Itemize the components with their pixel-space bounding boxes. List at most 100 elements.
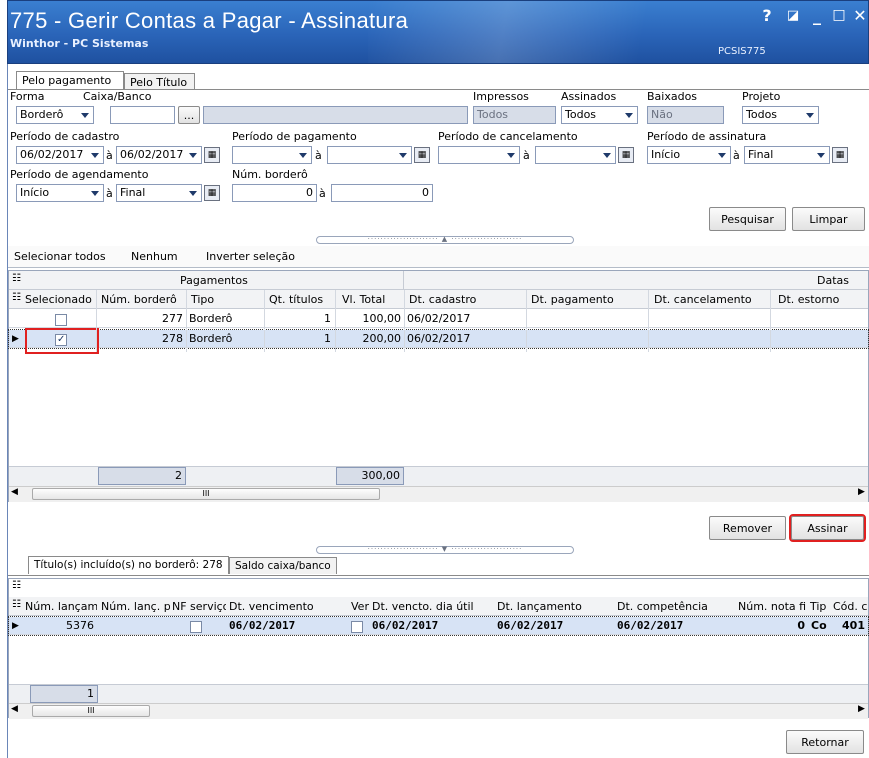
restore-icon[interactable]: ◪ xyxy=(784,8,802,23)
col-selecionado[interactable]: Selecionado xyxy=(22,291,95,309)
pagamento-to-input[interactable] xyxy=(327,146,412,164)
tab-saldo-caixa[interactable]: Saldo caixa/banco xyxy=(229,557,337,574)
maximize-icon[interactable]: □ xyxy=(830,7,848,23)
ver-checkbox[interactable] xyxy=(351,620,363,636)
column-chooser-icon[interactable]: ☷ xyxy=(12,273,21,284)
remove-button[interactable]: Remover xyxy=(709,516,786,540)
col-dt-estorno[interactable]: Dt. estorno xyxy=(775,291,842,309)
select-none-button[interactable]: Nenhum xyxy=(131,250,178,263)
caixa-code-input[interactable] xyxy=(110,106,175,124)
help-icon[interactable]: ? xyxy=(758,6,776,25)
calendar-icon[interactable]: ▦ xyxy=(204,185,220,201)
col-num-lanc-p[interactable]: Núm. lanç. p xyxy=(98,598,170,616)
assinatura-to-input[interactable]: Final xyxy=(744,146,830,164)
num-bordero-label: Núm. borderô xyxy=(232,168,308,181)
col-dt-cancelamento[interactable]: Dt. cancelamento xyxy=(651,291,755,309)
nf-servico-checkbox[interactable] xyxy=(190,620,202,636)
impressos-select[interactable]: Todos xyxy=(473,106,556,124)
scroll-left-icon[interactable]: ◀ xyxy=(11,704,18,714)
col-tip[interactable]: Tip xyxy=(807,598,831,616)
cadastro-to-input[interactable]: 06/02/2017 xyxy=(116,146,202,164)
column-chooser-icon[interactable]: ☷ xyxy=(12,580,21,591)
col-num-bordero[interactable]: Núm. borderô xyxy=(98,291,180,309)
cancelamento-from-input[interactable] xyxy=(438,146,520,164)
row-tip: Co xyxy=(811,619,827,632)
bordero-from-input[interactable]: 0 xyxy=(232,184,317,202)
scroll-right-icon[interactable]: ▶ xyxy=(858,704,865,714)
row-select-checkbox[interactable] xyxy=(55,333,67,348)
invert-selection-button[interactable]: Inverter seleção xyxy=(206,250,295,263)
col-dt-pagamento[interactable]: Dt. pagamento xyxy=(528,291,617,309)
scroll-right-icon[interactable]: ▶ xyxy=(858,487,865,497)
scroll-left-icon[interactable]: ◀ xyxy=(11,487,18,497)
tab-titulos-incluidos[interactable]: Título(s) incluído(s) no borderô: 278 xyxy=(28,556,229,574)
col-dt-competencia[interactable]: Dt. competência xyxy=(614,598,734,616)
calendar-icon[interactable]: ▦ xyxy=(414,147,430,163)
col-num-nota[interactable]: Núm. nota fi xyxy=(735,598,808,616)
row-dt-cadastro: 06/02/2017 xyxy=(407,332,471,345)
bordero-to-input[interactable]: 0 xyxy=(331,184,433,202)
chevron-down-icon xyxy=(186,148,200,162)
row-dt-vencto-util: 06/02/2017 xyxy=(372,619,439,632)
forma-select[interactable]: Borderô xyxy=(16,106,94,124)
chevron-down-icon xyxy=(715,148,729,162)
agendamento-to-input[interactable]: Final xyxy=(116,184,202,202)
cadastro-from-input[interactable]: 06/02/2017 xyxy=(16,146,104,164)
assinatura-from-input[interactable]: Início xyxy=(647,146,731,164)
row-num-lancamento: 5376 xyxy=(66,619,94,632)
close-icon[interactable]: ✕ xyxy=(851,6,869,25)
range-separator: à xyxy=(319,187,326,200)
projeto-select[interactable]: Todos xyxy=(742,106,819,124)
periodo-cadastro-label: Período de cadastro xyxy=(10,130,120,143)
minimize-icon[interactable]: _ xyxy=(808,6,826,25)
grid-band-header xyxy=(9,271,868,290)
select-all-button[interactable]: Selecionar todos xyxy=(14,250,106,263)
window-code: PCSIS775 xyxy=(718,46,766,57)
row-pointer-icon: ▶ xyxy=(12,334,19,344)
titles-footer-count: 1 xyxy=(30,685,98,703)
range-separator: à xyxy=(106,149,113,162)
col-dt-vencimento[interactable]: Dt. vencimento xyxy=(226,598,346,616)
cancelamento-to-input[interactable] xyxy=(535,146,616,164)
col-cod[interactable]: Cód. co xyxy=(830,598,868,616)
assinados-select[interactable]: Todos xyxy=(561,106,638,124)
sign-button[interactable]: Assinar xyxy=(789,514,866,542)
col-dt-vencto-util[interactable]: Dt. vencto. dia útil xyxy=(369,598,493,616)
row-dt-lancamento: 06/02/2017 xyxy=(497,619,564,632)
col-nf-servico[interactable]: NF serviço xyxy=(169,598,226,616)
scroll-thumb[interactable]: III xyxy=(32,705,150,717)
col-dt-lancamento[interactable]: Dt. lançamento xyxy=(494,598,614,616)
chevron-down-icon xyxy=(78,108,92,122)
return-button[interactable]: Retornar xyxy=(786,730,864,754)
calendar-icon[interactable]: ▦ xyxy=(832,147,848,163)
col-num-lancamento[interactable]: Núm. lançam xyxy=(22,598,97,616)
range-separator: à xyxy=(733,149,740,162)
scroll-thumb[interactable]: III xyxy=(32,488,380,500)
tab-pelo-pagamento[interactable]: Pelo pagamento xyxy=(16,71,124,89)
pagamento-from-input[interactable] xyxy=(232,146,312,164)
col-vl-total[interactable]: Vl. Total xyxy=(339,291,388,309)
col-ver[interactable]: Ver xyxy=(348,598,370,616)
collapse-splitter[interactable]: ······················ ▲ ···············… xyxy=(316,236,574,244)
row-num-nota: 0 xyxy=(797,619,805,632)
col-tipo[interactable]: Tipo xyxy=(188,291,217,309)
row-total: 100,00 xyxy=(362,312,402,325)
search-button[interactable]: Pesquisar xyxy=(709,207,786,231)
column-chooser-icon[interactable]: ☷ xyxy=(12,599,21,610)
caixa-lookup-button[interactable]: ... xyxy=(178,106,200,124)
row-num-bordero: 278 xyxy=(162,332,183,345)
expand-splitter[interactable]: ······················ ▼ ···············… xyxy=(316,546,574,554)
agendamento-from-input[interactable]: Início xyxy=(16,184,104,202)
col-qt-titulos[interactable]: Qt. títulos xyxy=(266,291,326,309)
col-dt-cadastro[interactable]: Dt. cadastro xyxy=(406,291,479,309)
clear-button[interactable]: Limpar xyxy=(792,207,865,231)
calendar-icon[interactable]: ▦ xyxy=(618,147,634,163)
column-chooser-icon[interactable]: ☷ xyxy=(12,292,21,303)
baixados-select[interactable]: Não xyxy=(647,106,724,124)
row-pointer-icon: ▶ xyxy=(12,621,19,631)
calendar-icon[interactable]: ▦ xyxy=(204,147,220,163)
row-select-checkbox[interactable] xyxy=(55,313,67,329)
row-dt-competencia: 06/02/2017 xyxy=(617,619,684,632)
tab-pelo-titulo[interactable]: Pelo Título xyxy=(124,73,195,90)
range-separator: à xyxy=(106,187,113,200)
